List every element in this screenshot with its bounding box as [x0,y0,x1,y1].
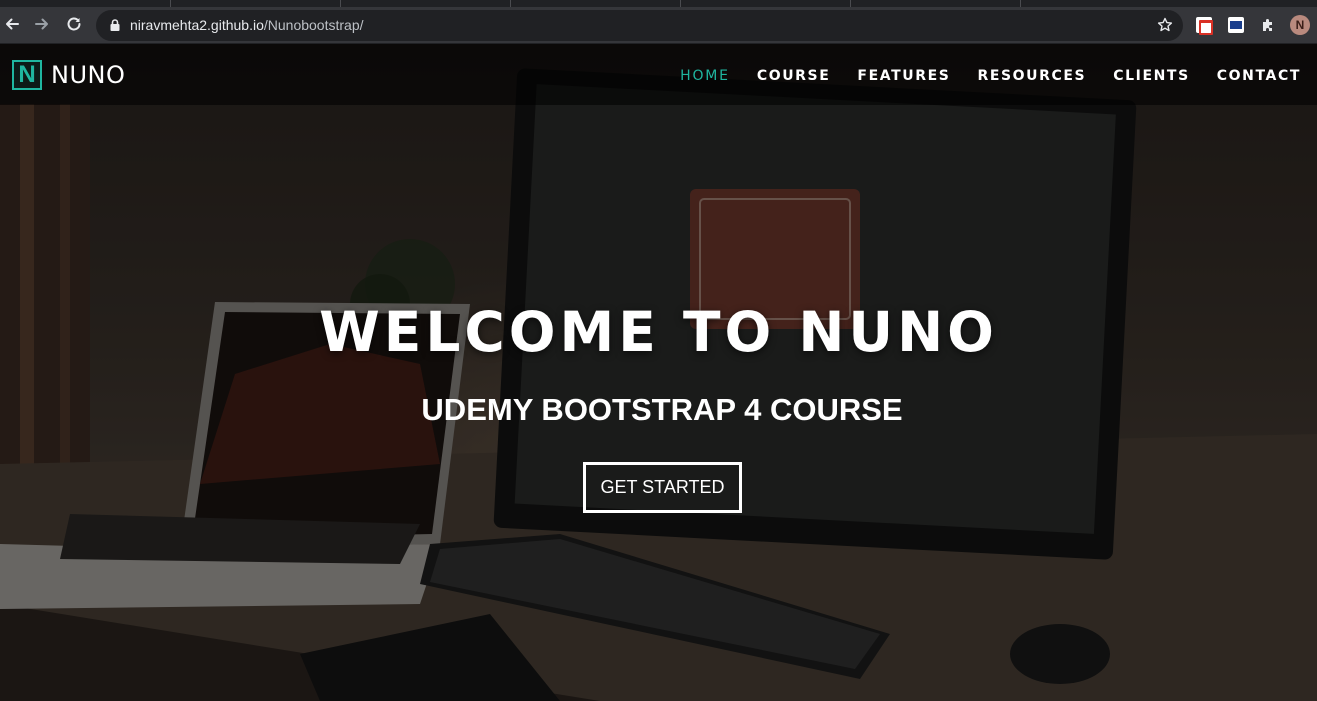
nav-link-contact[interactable]: CONTACT [1217,68,1301,84]
nav-link-features[interactable]: FEATURES [857,68,950,84]
hero-title: WELCOME TO NUNO [319,300,998,364]
nav-link-course[interactable]: COURSE [757,68,831,84]
extension-icon[interactable] [1196,17,1213,35]
extensions-puzzle-icon[interactable] [1260,17,1276,33]
brand-letter: N [18,61,36,88]
hero-section: N NUNO HOME COURSE FEATURES RESOURCES CL… [0,44,1317,701]
tab-separator [1020,0,1021,7]
address-bar[interactable]: niravmehta2.github.io/Nunobootstrap/ [96,10,1183,41]
tab-separator [170,0,171,7]
nav-link-resources[interactable]: RESOURCES [977,68,1086,84]
url-path: /Nunobootstrap/ [263,17,364,33]
tab-separator [850,0,851,7]
reload-icon [67,17,81,31]
tab-separator [680,0,681,7]
url-text: niravmehta2.github.io/Nunobootstrap/ [130,17,364,33]
nav-link-clients[interactable]: CLIENTS [1113,68,1190,84]
hero-overlay [0,44,1317,701]
tab-strip [0,0,1317,7]
site-navbar: N NUNO HOME COURSE FEATURES RESOURCES CL… [0,44,1317,105]
forward-button[interactable] [30,12,54,36]
brand-icon: N [12,60,42,90]
bookmark-star-icon[interactable] [1157,17,1173,33]
lock-icon [110,19,120,31]
back-button[interactable] [0,12,24,36]
hero-subtitle: UDEMY BOOTSTRAP 4 COURSE [421,392,903,427]
arrow-left-icon [6,18,19,30]
brand-name: NUNO [51,61,126,89]
nav-link-home[interactable]: HOME [680,68,730,84]
browser-toolbar: niravmehta2.github.io/Nunobootstrap/ N [0,0,1317,44]
url-host: niravmehta2.github.io [130,17,264,33]
tab-separator [510,0,511,7]
main-nav: HOME COURSE FEATURES RESOURCES CLIENTS C… [653,68,1301,84]
arrow-right-icon [35,18,48,30]
profile-avatar[interactable]: N [1290,15,1310,35]
reload-button[interactable] [62,12,86,36]
extension-icon[interactable] [1228,17,1244,33]
get-started-button[interactable]: GET STARTED [583,462,742,513]
tab-separator [340,0,341,7]
brand-logo[interactable]: N NUNO [12,60,125,90]
